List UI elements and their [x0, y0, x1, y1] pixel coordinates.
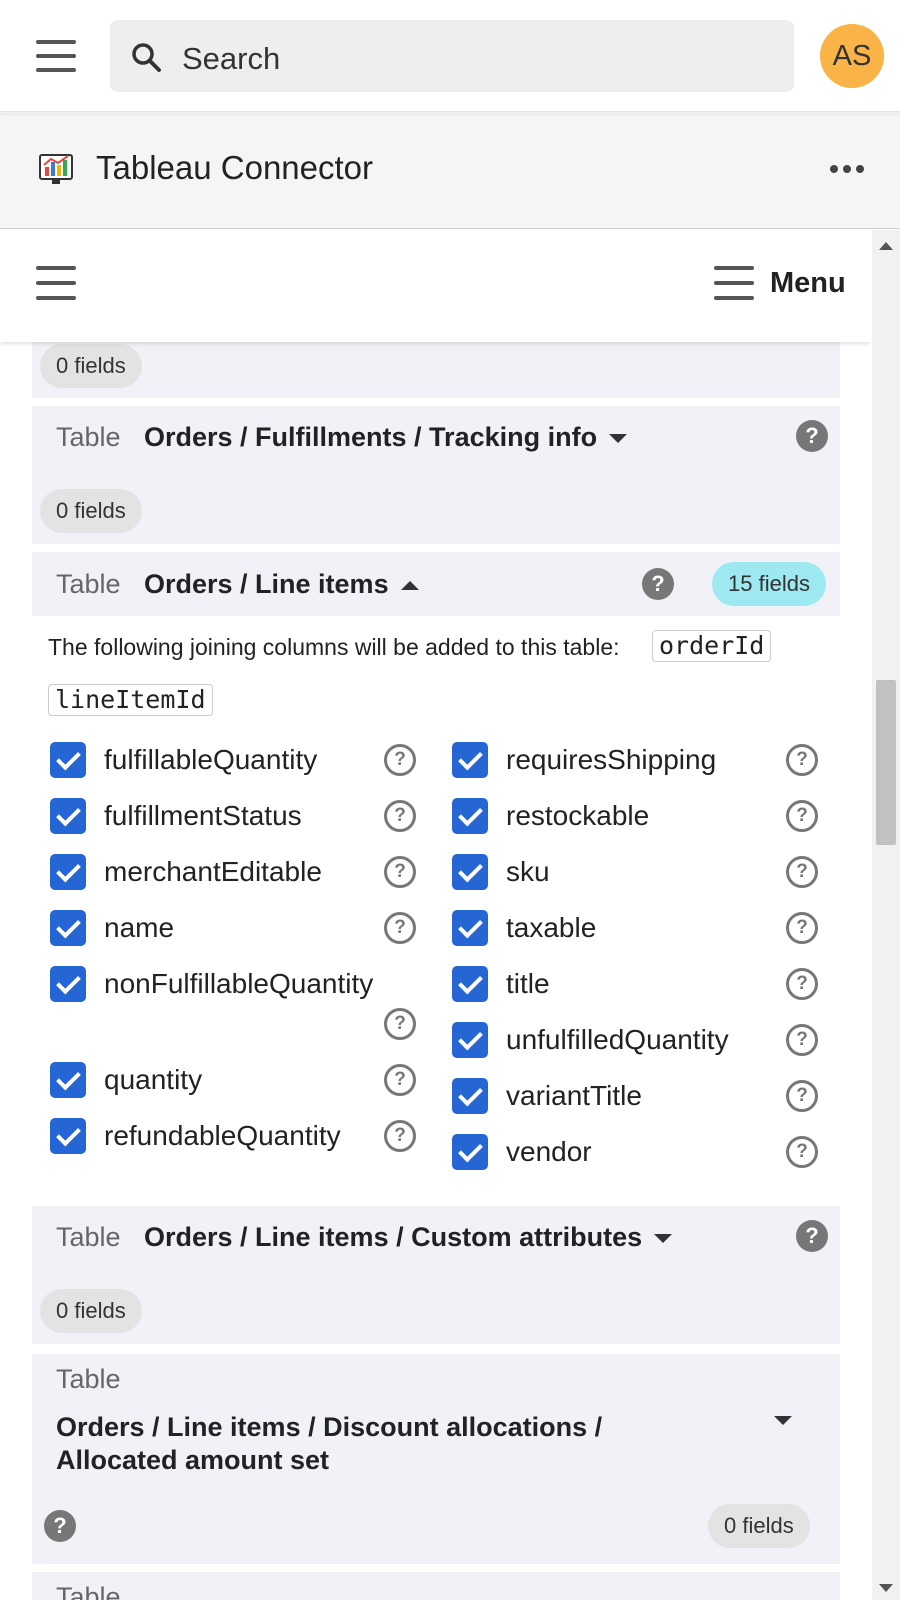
inner-menu-bar: Menu	[0, 230, 870, 342]
table-name-toggle[interactable]: Orders / Line items	[144, 569, 419, 600]
field-checkbox[interactable]	[50, 1118, 86, 1154]
field-label: variantTitle	[506, 1080, 642, 1111]
field-help-icon[interactable]: ?	[384, 856, 416, 888]
field-label: name	[104, 912, 175, 943]
field-checkbox[interactable]	[50, 1062, 86, 1098]
field-label: taxable	[506, 912, 597, 943]
menu-button-label[interactable]: Menu	[770, 267, 846, 300]
fields-count-chip: 0 fields	[40, 1289, 142, 1333]
table-label: Table	[56, 1364, 121, 1394]
field-label: fulfillableQuantity	[104, 744, 318, 775]
field-help-icon[interactable]: ?	[786, 856, 818, 888]
field-help-icon[interactable]: ?	[384, 912, 416, 944]
app-header: Tableau Connector	[0, 113, 900, 229]
scroll-down-arrow-icon[interactable]	[879, 1584, 893, 1592]
search-icon	[132, 43, 161, 72]
table-label: Table	[56, 422, 121, 452]
table-name-line: Allocated amount set	[56, 1445, 330, 1475]
field-label: nonFulfillableQuantity	[104, 968, 374, 999]
help-icon[interactable]: ?	[796, 420, 828, 452]
expand-caret-icon	[609, 434, 628, 444]
field-checkbox[interactable]	[50, 966, 86, 1002]
join-note: The following joining columns will be ad…	[48, 634, 620, 660]
table-name: Orders / Line items / Custom attributes	[144, 1222, 643, 1252]
join-column-code: lineItemId	[48, 684, 213, 716]
field-help-icon[interactable]: ?	[786, 968, 818, 1000]
field-help-icon[interactable]: ?	[384, 1120, 416, 1152]
field-label: fulfillmentStatus	[104, 800, 302, 831]
field-help-icon[interactable]: ?	[786, 912, 818, 944]
scrollbar-thumb[interactable]	[876, 680, 896, 845]
field-checkbox[interactable]	[452, 1022, 488, 1058]
field-label: sku	[506, 856, 550, 887]
field-checkbox[interactable]	[452, 1078, 488, 1114]
app-title: Tableau Connector	[96, 149, 374, 186]
more-options-icon[interactable]	[830, 165, 864, 173]
expand-caret-icon	[654, 1234, 673, 1244]
field-checkbox[interactable]	[452, 966, 488, 1002]
field-help-icon[interactable]: ?	[384, 1008, 416, 1040]
field-checkbox[interactable]	[452, 854, 488, 890]
field-checkbox[interactable]	[50, 798, 86, 834]
table-name-toggle[interactable]: Orders / Fulfillments / Tracking info	[144, 422, 628, 453]
table-name-line: Orders / Line items / Discount allocatio…	[56, 1412, 603, 1442]
field-help-icon[interactable]: ?	[384, 800, 416, 832]
field-help-icon[interactable]: ?	[384, 1064, 416, 1096]
field-checkbox[interactable]	[452, 1134, 488, 1170]
user-avatar[interactable]: AS	[820, 24, 884, 88]
expand-caret-icon[interactable]	[774, 1416, 792, 1425]
search-input[interactable]: Search	[110, 20, 794, 92]
table-panel: Table	[32, 1572, 840, 1600]
fields-count-chip: 0 fields	[708, 1504, 810, 1548]
field-label: requiresShipping	[506, 744, 717, 775]
table-name: Orders / Fulfillments / Tracking info	[144, 422, 598, 452]
vertical-scrollbar[interactable]	[872, 230, 900, 1600]
field-checkbox[interactable]	[50, 742, 86, 778]
field-help-icon[interactable]: ?	[786, 1136, 818, 1168]
field-label: unfulfilledQuantity	[506, 1024, 729, 1055]
join-column-code: orderId	[652, 630, 772, 662]
tableau-chart-icon	[39, 154, 73, 184]
table-name: Orders / Line items	[144, 569, 389, 599]
field-checkbox[interactable]	[452, 910, 488, 946]
field-checkbox[interactable]	[452, 742, 488, 778]
help-icon[interactable]: ?	[642, 568, 674, 600]
help-icon[interactable]: ?	[796, 1220, 828, 1252]
table-panel-header: Table Orders / Line items ? 15 fields	[32, 552, 840, 616]
table-label: Table	[56, 1582, 121, 1600]
top-app-bar: Search AS	[0, 0, 900, 112]
field-checkbox[interactable]	[50, 854, 86, 890]
fields-count-chip: 0 fields	[40, 489, 142, 533]
field-label: restockable	[506, 800, 650, 831]
table-name-toggle[interactable]: Orders / Line items / Custom attributes	[144, 1222, 673, 1253]
field-label: quantity	[104, 1064, 203, 1095]
field-label: vendor	[506, 1136, 592, 1167]
field-checkbox[interactable]	[452, 798, 488, 834]
field-checkbox[interactable]	[50, 910, 86, 946]
field-help-icon[interactable]: ?	[786, 800, 818, 832]
table-panel: Table Orders / Line items / Discount all…	[32, 1354, 840, 1564]
table-panel: Table Orders / Fulfillments / Tracking i…	[32, 406, 840, 544]
field-label: refundableQuantity	[104, 1120, 341, 1151]
field-label: merchantEditable	[104, 856, 322, 887]
main-menu-icon[interactable]	[36, 40, 76, 72]
sidebar-toggle-icon[interactable]	[36, 266, 76, 300]
fields-count-chip: 15 fields	[712, 562, 826, 606]
help-icon[interactable]: ?	[44, 1510, 76, 1542]
field-help-icon[interactable]: ?	[384, 744, 416, 776]
field-help-icon[interactable]: ?	[786, 1080, 818, 1112]
fields-count-chip: 0 fields	[40, 344, 142, 388]
menu-icon[interactable]	[714, 266, 754, 300]
table-label: Table	[56, 569, 121, 599]
table-label: Table	[56, 1222, 121, 1252]
search-placeholder: Search	[182, 41, 281, 76]
table-name[interactable]: Orders / Line items / Discount allocatio…	[56, 1412, 602, 1476]
content-scroll-area[interactable]: Menu 0 fields Table Orders / Fulfillment…	[0, 230, 870, 1600]
field-help-icon[interactable]: ?	[786, 744, 818, 776]
field-label: title	[506, 968, 550, 999]
table-panel: Table Orders / Line items / Custom attri…	[32, 1206, 840, 1344]
collapse-caret-icon	[400, 581, 419, 591]
field-help-icon[interactable]: ?	[786, 1024, 818, 1056]
scroll-up-arrow-icon[interactable]	[879, 242, 893, 250]
